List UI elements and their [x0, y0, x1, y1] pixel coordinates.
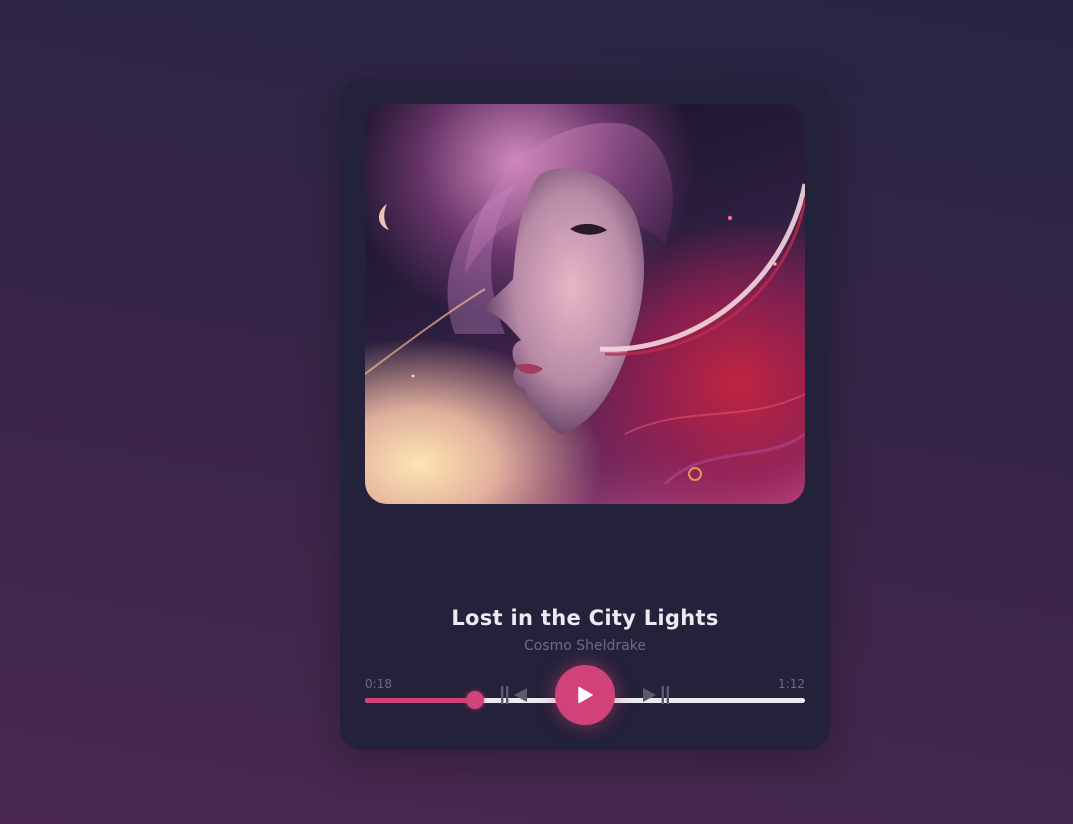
album-art-illustration — [365, 122, 805, 486]
progress-fill — [365, 698, 475, 703]
skip-previous-icon — [501, 686, 527, 704]
play-icon — [578, 686, 593, 704]
current-time: 0:18 — [365, 677, 392, 691]
previous-button[interactable] — [498, 682, 532, 708]
track-title: Lost in the City Lights — [451, 606, 719, 630]
album-art — [365, 104, 805, 504]
music-player-card: Lost in the City Lights Cosmo Sheldrake … — [340, 79, 830, 750]
skip-next-icon — [643, 686, 669, 704]
track-artist: Cosmo Sheldrake — [524, 638, 646, 654]
play-button[interactable] — [555, 665, 615, 725]
total-time: 1:12 — [778, 677, 805, 691]
progress-handle[interactable] — [466, 691, 484, 709]
next-button[interactable] — [638, 682, 672, 708]
